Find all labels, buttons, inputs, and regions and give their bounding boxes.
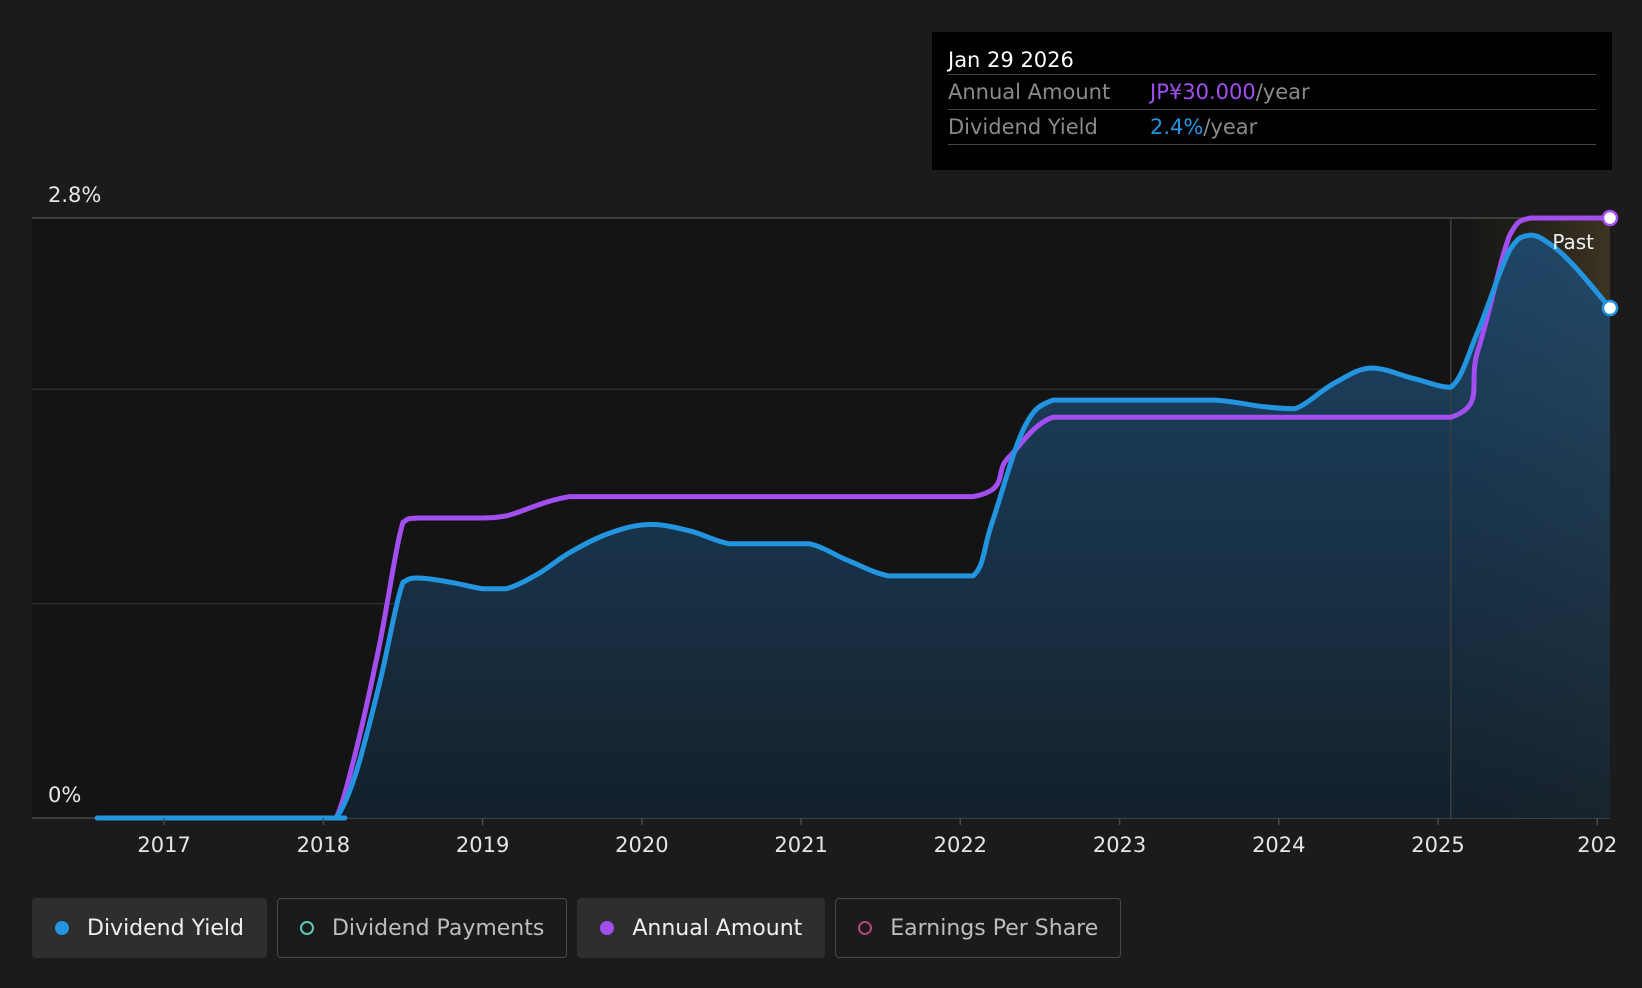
legend-dividend-payments-button[interactable]: Dividend Payments (276, 898, 568, 958)
filled-dot-icon (600, 921, 615, 935)
x-tick-label: 2018 (297, 833, 350, 857)
legend-annual-amount-button[interactable]: Annual Amount (577, 898, 826, 958)
x-tick-label: 2025 (1411, 833, 1464, 857)
tooltip-row-annual-amount: Annual Amount JP¥30.000/year (948, 74, 1596, 109)
filled-dot-icon (55, 921, 69, 935)
x-tick-label: 2017 (137, 833, 190, 857)
x-tick-label: 2020 (615, 833, 668, 857)
x-tick-label: 2024 (1252, 833, 1305, 857)
legend-label: Dividend Yield (87, 915, 244, 941)
x-tick-label: 202 (1577, 833, 1617, 857)
x-tick-label: 2021 (774, 833, 827, 857)
y-tick-label-bottom: 0% (48, 783, 81, 807)
legend-earnings-per-share-button[interactable]: Earnings Per Share (835, 898, 1122, 958)
x-tick-label: 2022 (934, 833, 987, 857)
hover-tooltip: Jan 29 2026 Annual Amount JP¥30.000/year… (932, 32, 1612, 170)
dividend-yield-end-point (1601, 299, 1619, 317)
x-tick-label: 2019 (456, 833, 509, 857)
legend: Dividend Yield Dividend Payments Annual … (32, 898, 1122, 958)
legend-label: Earnings Per Share (890, 915, 1099, 941)
hollow-dot-icon (299, 921, 314, 935)
tooltip-row-dividend-yield: Dividend Yield 2.4%/year (948, 109, 1596, 145)
tooltip-value: JP¥30.000 (1150, 80, 1256, 104)
tooltip-unit: /year (1255, 80, 1310, 104)
y-tick-label-top: 2.8% (48, 183, 101, 207)
x-axis: 2017 2018 2019 2020 2021 2022 2023 2024 2025 202 (137, 818, 1617, 857)
legend-label: Dividend Payments (331, 915, 545, 941)
tooltip-label: Dividend Yield (948, 115, 1098, 139)
tooltip-value: 2.4% (1150, 115, 1204, 139)
tooltip-label: Annual Amount (948, 80, 1111, 104)
past-label: Past (1552, 230, 1594, 254)
tooltip-date: Jan 29 2026 (948, 48, 1074, 72)
annual-amount-end-point (1601, 209, 1619, 227)
legend-label: Annual Amount (632, 915, 803, 941)
x-tick-label: 2023 (1093, 833, 1146, 857)
legend-dividend-yield-button[interactable]: Dividend Yield (32, 898, 267, 958)
tooltip-unit: /year (1203, 115, 1258, 139)
hollow-dot-icon (858, 921, 873, 935)
